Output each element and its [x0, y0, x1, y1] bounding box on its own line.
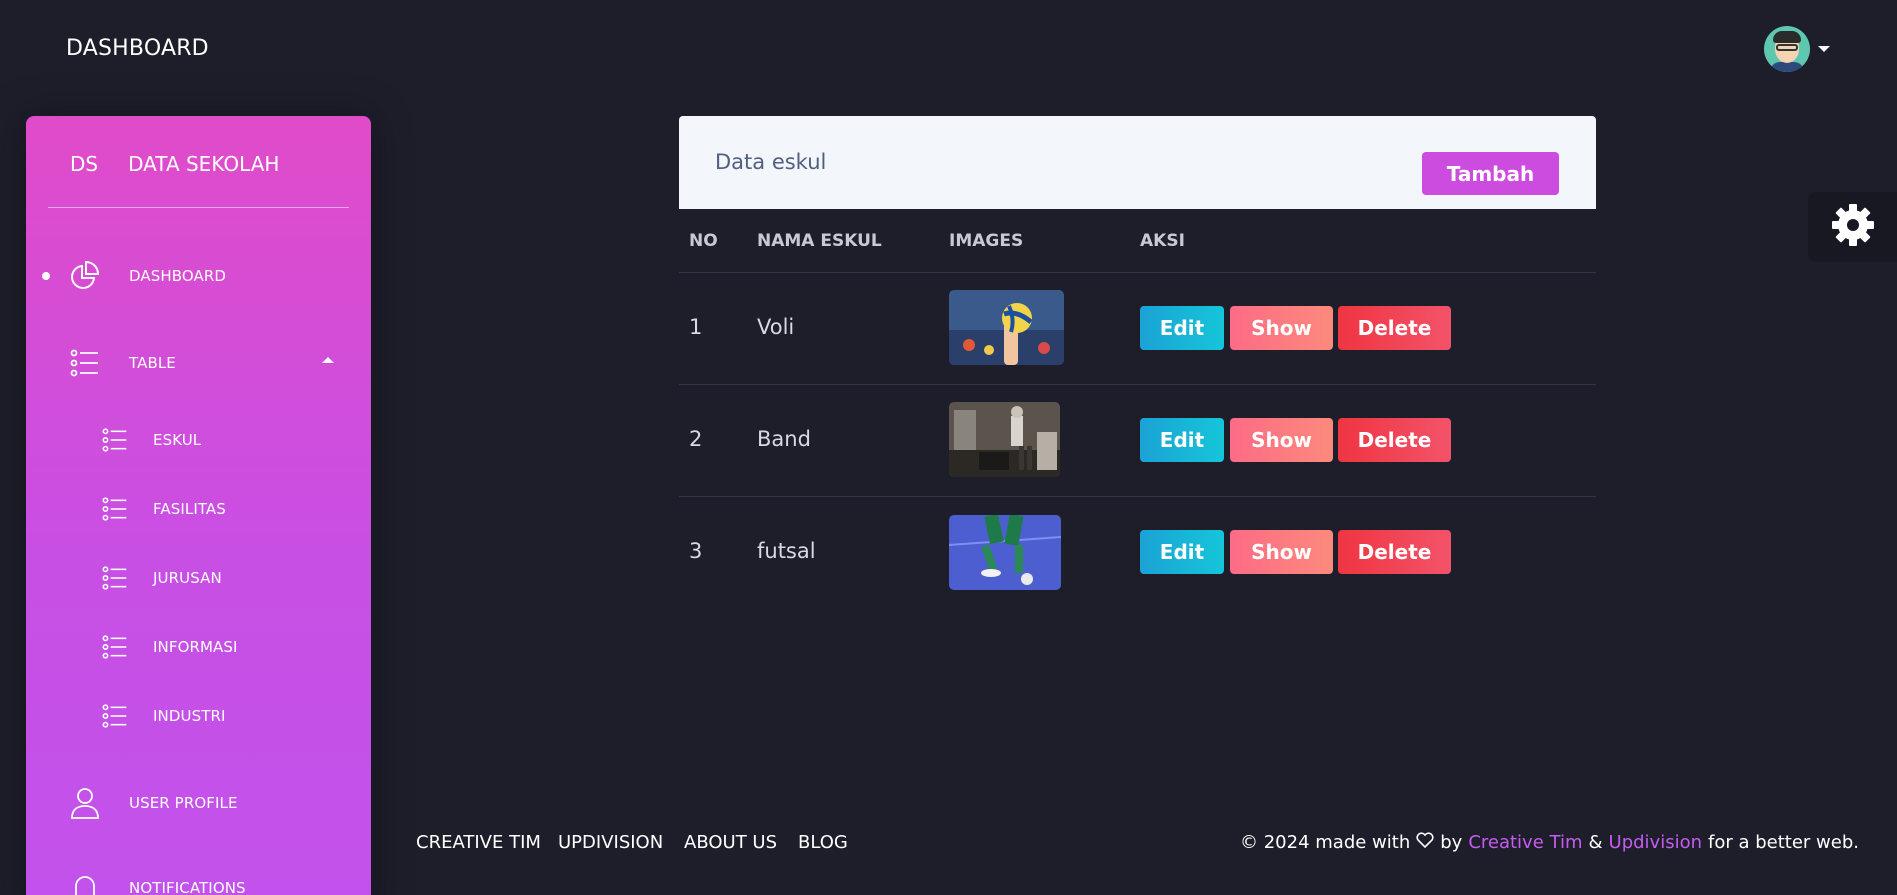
- sidebar-item-informasi[interactable]: INFORMASI: [26, 627, 371, 667]
- page-title: DASHBOARD: [66, 36, 209, 61]
- copyright-suffix: for a better web.: [1708, 832, 1859, 853]
- brand-short: DS: [70, 152, 99, 176]
- sidebar-item-industri[interactable]: INDUSTRI: [26, 696, 371, 736]
- row-number: 3: [689, 539, 703, 563]
- show-button[interactable]: Show: [1230, 418, 1333, 462]
- column-header-no: NO: [689, 231, 718, 251]
- avatar[interactable]: [1764, 26, 1810, 72]
- card-title: Data eskul: [715, 150, 827, 174]
- edit-button[interactable]: Edit: [1140, 530, 1224, 574]
- column-header-images: IMAGES: [949, 231, 1024, 251]
- sidebar-item-label: TABLE: [129, 354, 176, 372]
- list-icon: [102, 634, 128, 660]
- card-header: Data eskul Tambah: [679, 116, 1596, 209]
- footer-link-updivision[interactable]: UPDIVISION: [558, 832, 663, 853]
- user-icon: [70, 787, 100, 819]
- column-header-name: NAMA ESKUL: [757, 231, 882, 251]
- list-icon: [102, 703, 128, 729]
- sidebar-item-label: FASILITAS: [153, 500, 226, 518]
- sidebar-item-label: INFORMASI: [153, 638, 238, 656]
- show-button[interactable]: Show: [1230, 306, 1333, 350]
- copyright-amp: &: [1588, 832, 1603, 853]
- heart-icon: [1416, 832, 1434, 853]
- footer-link-creative-tim[interactable]: CREATIVE TIM: [416, 832, 541, 853]
- copyright: © 2024 made with by Creative Tim & Updiv…: [1240, 832, 1859, 853]
- brand-name: DATA SEKOLAH: [128, 152, 280, 176]
- user-menu[interactable]: [1764, 26, 1830, 72]
- sidebar-item-notifications[interactable]: NOTIFICATIONS: [26, 868, 371, 895]
- futsal-image: [949, 515, 1061, 590]
- row-number: 2: [689, 427, 703, 451]
- footer-link-about-us[interactable]: ABOUT US: [684, 832, 777, 853]
- show-button[interactable]: Show: [1230, 530, 1333, 574]
- bell-icon: [72, 873, 98, 895]
- volleyball-image: [949, 290, 1064, 365]
- sidebar-item-label: INDUSTRI: [153, 707, 226, 725]
- list-icon: [70, 348, 100, 378]
- delete-button[interactable]: Delete: [1338, 418, 1451, 462]
- list-icon: [102, 565, 128, 591]
- footer-link-blog[interactable]: BLOG: [798, 832, 848, 853]
- row-number: 1: [689, 315, 703, 339]
- gear-icon: [1831, 203, 1875, 251]
- edit-button[interactable]: Edit: [1140, 306, 1224, 350]
- row-name: Band: [757, 427, 811, 451]
- list-icon: [102, 427, 128, 453]
- row-name: futsal: [757, 539, 816, 563]
- delete-button[interactable]: Delete: [1338, 306, 1451, 350]
- chart-pie-icon: [68, 260, 100, 292]
- row-name: Voli: [757, 315, 795, 339]
- edit-button[interactable]: Edit: [1140, 418, 1224, 462]
- column-header-aksi: AKSI: [1140, 231, 1185, 251]
- divider: [48, 207, 349, 208]
- sidebar-item-eskul[interactable]: ESKUL: [26, 420, 371, 460]
- sidebar-item-label: ESKUL: [153, 431, 202, 449]
- sidebar-item-user-profile[interactable]: USER PROFILE: [26, 783, 371, 823]
- add-button[interactable]: Tambah: [1422, 152, 1559, 195]
- sidebar-item-label: USER PROFILE: [129, 794, 238, 812]
- chevron-up-icon[interactable]: [322, 357, 334, 363]
- band-image: [949, 402, 1060, 477]
- copyright-prefix: © 2024 made with: [1240, 832, 1411, 853]
- link-creative-tim[interactable]: Creative Tim: [1468, 832, 1582, 853]
- sidebar-item-label: NOTIFICATIONS: [129, 879, 246, 895]
- settings-button[interactable]: [1808, 192, 1897, 262]
- sidebar-item-table[interactable]: TABLE: [26, 343, 371, 383]
- sidebar-item-jurusan[interactable]: JURUSAN: [26, 558, 371, 598]
- sidebar-item-label: DASHBOARD: [129, 267, 227, 285]
- active-indicator: [42, 272, 50, 280]
- sidebar-brand[interactable]: DS DATA SEKOLAH: [70, 152, 279, 176]
- sidebar: DS DATA SEKOLAH DASHBOARD TABLE ESKUL FA…: [26, 116, 371, 895]
- divider: [679, 272, 1596, 273]
- sidebar-item-fasilitas[interactable]: FASILITAS: [26, 489, 371, 529]
- sidebar-item-label: JURUSAN: [153, 569, 222, 587]
- list-icon: [102, 496, 128, 522]
- divider: [679, 384, 1596, 385]
- link-updivision[interactable]: Updivision: [1609, 832, 1702, 853]
- chevron-down-icon[interactable]: [1818, 46, 1830, 52]
- copyright-by: by: [1440, 832, 1463, 853]
- divider: [679, 496, 1596, 497]
- delete-button[interactable]: Delete: [1338, 530, 1451, 574]
- sidebar-item-dashboard[interactable]: DASHBOARD: [26, 256, 371, 296]
